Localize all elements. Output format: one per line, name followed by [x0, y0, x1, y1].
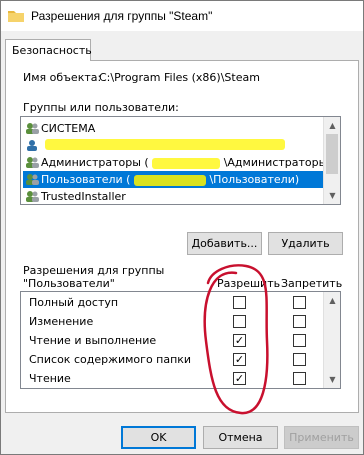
- allow-column-header: Разрешить: [217, 277, 281, 290]
- deny-checkbox[interactable]: [293, 353, 306, 366]
- list-item-label: Администраторы (: [41, 156, 149, 169]
- scroll-down-icon[interactable]: ▼: [324, 371, 340, 388]
- allow-checkbox[interactable]: [233, 315, 246, 328]
- permission-row: Список содержимого папки ✓: [21, 351, 325, 369]
- permissions-table: Полный доступ Изменение Чтение и выполне…: [20, 291, 341, 389]
- list-item[interactable]: TrustedInstaller: [23, 188, 323, 204]
- allow-checkbox[interactable]: ✓: [233, 334, 246, 347]
- groups-scrollbar[interactable]: ▲ ▼: [323, 117, 340, 204]
- add-button[interactable]: Добавить...: [187, 232, 262, 255]
- permissions-header-line1: Разрешения для группы: [23, 264, 165, 277]
- permissions-dialog: Разрешения для группы "Steam" Безопаснос…: [0, 0, 364, 455]
- permission-name: Полный доступ: [29, 296, 119, 309]
- scroll-up-icon[interactable]: ▲: [324, 292, 340, 309]
- tab-security[interactable]: Безопасность: [5, 39, 92, 61]
- list-item-suffix: \Пользователи): [209, 173, 300, 186]
- users-icon: [26, 123, 39, 134]
- groups-list[interactable]: СИСТЕМА Администраторы ( \Администраторы…: [20, 116, 341, 205]
- permission-row: Чтение и выполнение ✓: [21, 332, 325, 350]
- deny-checkbox[interactable]: [293, 315, 306, 328]
- allow-checkbox[interactable]: ✓: [233, 353, 246, 366]
- groups-label: Группы или пользователи:: [23, 101, 179, 114]
- list-item[interactable]: Администраторы ( \Администраторы): [23, 154, 332, 171]
- scroll-up-icon[interactable]: ▲: [324, 117, 340, 134]
- apply-button[interactable]: Применить: [284, 426, 359, 449]
- permissions-header-line2: "Пользователи": [23, 277, 115, 290]
- title-bar: Разрешения для группы "Steam": [1, 1, 363, 31]
- redaction-highlight: [152, 157, 221, 169]
- ok-button[interactable]: OK: [121, 426, 196, 449]
- list-item[interactable]: [23, 137, 323, 154]
- list-item-suffix: \Администраторы): [223, 156, 332, 169]
- scroll-down-icon[interactable]: ▼: [324, 187, 340, 204]
- list-item[interactable]: СИСТЕМА: [23, 120, 323, 137]
- cancel-button[interactable]: Отмена: [203, 426, 278, 449]
- window-title: Разрешения для группы "Steam": [31, 9, 213, 23]
- users-icon: [26, 157, 39, 168]
- user-icon: [27, 140, 37, 151]
- deny-checkbox[interactable]: [293, 372, 306, 385]
- permission-row: Чтение ✓: [21, 370, 325, 388]
- permission-name: Чтение: [29, 372, 71, 385]
- allow-checkbox[interactable]: ✓: [233, 372, 246, 385]
- list-item-selected[interactable]: Пользователи ( \Пользователи): [23, 171, 323, 188]
- allow-checkbox[interactable]: [233, 296, 246, 309]
- permission-name: Список содержимого папки: [29, 353, 192, 366]
- scroll-thumb[interactable]: [326, 134, 338, 174]
- deny-checkbox[interactable]: [293, 296, 306, 309]
- deny-column-header: Запретить: [281, 277, 343, 290]
- permission-row: Изменение: [21, 313, 325, 331]
- deny-checkbox[interactable]: [293, 334, 306, 347]
- object-name-value: C:\Program Files (x86)\Steam: [99, 71, 260, 84]
- users-icon: [26, 174, 39, 185]
- users-icon: [26, 191, 39, 202]
- remove-button[interactable]: Удалить: [268, 232, 343, 255]
- folder-icon: [8, 11, 24, 22]
- permission-row: Полный доступ: [21, 294, 325, 312]
- list-item-label: TrustedInstaller: [41, 190, 126, 203]
- permission-name: Чтение и выполнение: [29, 334, 157, 347]
- object-name-label: Имя объекта:: [23, 71, 102, 84]
- redaction-highlight: [133, 174, 206, 186]
- permission-name: Изменение: [29, 315, 94, 328]
- permissions-scrollbar[interactable]: ▲ ▼: [323, 292, 340, 388]
- list-item-label: Пользователи (: [41, 173, 131, 186]
- list-item-label: СИСТЕМА: [41, 122, 96, 135]
